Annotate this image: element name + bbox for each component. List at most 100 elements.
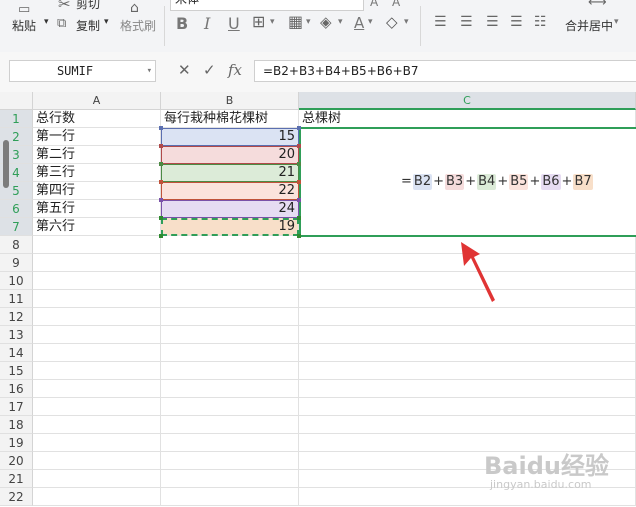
cell-a[interactable] bbox=[33, 236, 161, 254]
cell-b[interactable] bbox=[161, 452, 299, 470]
align-right-icon[interactable]: ☰ bbox=[486, 14, 499, 30]
italic-button[interactable]: I bbox=[204, 14, 210, 33]
cancel-icon[interactable]: ✕ bbox=[178, 61, 191, 79]
reference-handle[interactable] bbox=[159, 180, 163, 184]
row-header-scroll-handle[interactable] bbox=[3, 140, 9, 188]
merge-center-icon[interactable]: ⟷ bbox=[588, 0, 607, 11]
cell-c[interactable] bbox=[299, 326, 636, 344]
cell-a[interactable] bbox=[33, 380, 161, 398]
cell-b[interactable] bbox=[161, 344, 299, 362]
borders-dropdown-icon[interactable]: ▾ bbox=[270, 17, 275, 27]
row-header[interactable]: 8 bbox=[0, 236, 33, 254]
cell-a[interactable] bbox=[33, 434, 161, 452]
fill-pattern-icon[interactable]: ▦ bbox=[288, 14, 303, 30]
cell-a[interactable] bbox=[33, 362, 161, 380]
cell-b[interactable] bbox=[161, 290, 299, 308]
cell-c[interactable]: 总棵树 bbox=[299, 110, 636, 128]
reference-handle[interactable] bbox=[159, 198, 163, 202]
cell-a[interactable]: 第二行 bbox=[33, 146, 161, 164]
cell-a[interactable] bbox=[33, 398, 161, 416]
reference-handle[interactable] bbox=[159, 126, 163, 130]
font-color-icon[interactable]: A bbox=[354, 14, 364, 32]
row-header[interactable]: 15 bbox=[0, 362, 33, 380]
cell-a[interactable] bbox=[33, 452, 161, 470]
reference-handle[interactable] bbox=[159, 162, 163, 166]
cell-b[interactable]: 每行栽种棉花棵树 bbox=[161, 110, 299, 128]
bold-button[interactable]: B bbox=[176, 14, 188, 33]
underline-button[interactable]: U bbox=[228, 14, 240, 33]
cell-b[interactable] bbox=[161, 326, 299, 344]
cell-a[interactable]: 第五行 bbox=[33, 200, 161, 218]
copy-button[interactable]: 复制 bbox=[76, 17, 100, 34]
copy-dropdown-icon[interactable]: ▾ bbox=[104, 17, 109, 27]
row-header[interactable]: 22 bbox=[0, 488, 33, 506]
reference-handle[interactable] bbox=[297, 144, 301, 148]
cell-a[interactable] bbox=[33, 290, 161, 308]
reference-handle[interactable] bbox=[297, 198, 301, 202]
cell-b[interactable] bbox=[161, 380, 299, 398]
font-color-dropdown-icon[interactable]: ▾ bbox=[368, 17, 373, 27]
row-header[interactable]: 1 bbox=[0, 110, 33, 128]
decrease-font-icon[interactable]: A bbox=[392, 0, 400, 10]
cell-a[interactable]: 第四行 bbox=[33, 182, 161, 200]
row-header[interactable]: 10 bbox=[0, 272, 33, 290]
reference-handle[interactable] bbox=[297, 126, 301, 130]
row-header[interactable]: 6 bbox=[0, 200, 33, 218]
cell-a[interactable] bbox=[33, 308, 161, 326]
reference-handle[interactable] bbox=[297, 216, 301, 220]
paste-button[interactable]: 粘贴 bbox=[12, 17, 36, 34]
row-header[interactable]: 19 bbox=[0, 434, 33, 452]
row-header[interactable]: 18 bbox=[0, 416, 33, 434]
paste-icon[interactable]: ▭ bbox=[18, 2, 30, 18]
align-center-icon[interactable]: ☰ bbox=[460, 14, 473, 30]
distribute-icon[interactable]: ☷ bbox=[534, 14, 547, 30]
row-header[interactable]: 17 bbox=[0, 398, 33, 416]
format-painter-button[interactable]: 格式刷 bbox=[120, 17, 156, 34]
increase-font-icon[interactable]: A bbox=[370, 0, 378, 10]
cell-b[interactable] bbox=[161, 308, 299, 326]
cell-a[interactable] bbox=[33, 488, 161, 506]
align-left-icon[interactable]: ☰ bbox=[434, 14, 447, 30]
cell-a[interactable] bbox=[33, 272, 161, 290]
cell-b[interactable] bbox=[161, 254, 299, 272]
cell-a[interactable] bbox=[33, 254, 161, 272]
chevron-down-icon[interactable]: ▾ bbox=[147, 61, 152, 81]
reference-handle[interactable] bbox=[159, 234, 163, 238]
row-header[interactable]: 7 bbox=[0, 218, 33, 236]
format-painter-icon[interactable]: ⌂ bbox=[130, 0, 139, 16]
font-name-select[interactable]: 宋体 bbox=[170, 0, 364, 11]
cell-a[interactable]: 第六行 bbox=[33, 218, 161, 236]
row-header[interactable]: 20 bbox=[0, 452, 33, 470]
row-header[interactable]: 11 bbox=[0, 290, 33, 308]
merge-center-dropdown-icon[interactable]: ▾ bbox=[614, 17, 619, 27]
cell-a[interactable] bbox=[33, 470, 161, 488]
cell-c[interactable] bbox=[299, 362, 636, 380]
row-header[interactable]: 9 bbox=[0, 254, 33, 272]
cell-b[interactable] bbox=[161, 362, 299, 380]
select-all-corner[interactable] bbox=[0, 92, 33, 110]
cell-c[interactable] bbox=[299, 398, 636, 416]
column-header-a[interactable]: A bbox=[33, 92, 161, 110]
eraser-dropdown-icon[interactable]: ▾ bbox=[404, 17, 409, 27]
cell-b[interactable] bbox=[161, 470, 299, 488]
row-header[interactable]: 21 bbox=[0, 470, 33, 488]
reference-handle[interactable] bbox=[297, 180, 301, 184]
cut-button[interactable]: 剪切 bbox=[76, 0, 100, 12]
cell-c[interactable] bbox=[299, 416, 636, 434]
cell-a[interactable]: 第三行 bbox=[33, 164, 161, 182]
row-header[interactable]: 13 bbox=[0, 326, 33, 344]
cell-b[interactable] bbox=[161, 236, 299, 254]
cell-b[interactable] bbox=[161, 398, 299, 416]
cell-b[interactable] bbox=[161, 272, 299, 290]
column-header-c[interactable]: C bbox=[299, 92, 636, 110]
scissors-icon[interactable]: ✂ bbox=[58, 0, 71, 12]
fill-color-dropdown-icon[interactable]: ▾ bbox=[338, 17, 343, 27]
reference-handle[interactable] bbox=[159, 144, 163, 148]
fill-color-icon[interactable]: ◈ bbox=[320, 14, 332, 30]
cell-a[interactable] bbox=[33, 326, 161, 344]
merge-center-button[interactable]: 合并居中 bbox=[565, 17, 613, 34]
cell-b[interactable] bbox=[161, 416, 299, 434]
cell-a[interactable]: 第一行 bbox=[33, 128, 161, 146]
eraser-icon[interactable]: ◇ bbox=[386, 14, 398, 30]
cell-a[interactable]: 总行数 bbox=[33, 110, 161, 128]
